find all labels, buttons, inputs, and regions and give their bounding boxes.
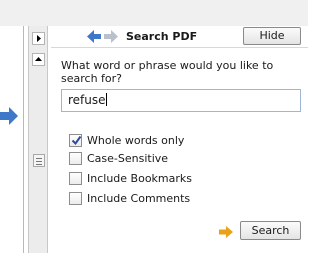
checkbox[interactable] xyxy=(69,134,82,147)
option-label: Case-Sensitive xyxy=(87,152,169,165)
search-panel: Search PDF Hide What word or phrase woul… xyxy=(51,26,308,253)
arrow-right-icon[interactable] xyxy=(0,106,18,126)
expand-button[interactable] xyxy=(32,32,45,45)
triangle-up-icon xyxy=(35,57,42,61)
option-label: Include Comments xyxy=(87,192,191,205)
hide-button[interactable]: Hide xyxy=(243,27,301,45)
triangle-right-icon xyxy=(37,35,41,42)
scroll-up-button[interactable] xyxy=(32,53,45,66)
arrow-right-icon[interactable] xyxy=(104,30,118,43)
option-label: Whole words only xyxy=(87,134,185,147)
search-prompt: What word or phrase would you like to se… xyxy=(61,59,274,85)
left-pane xyxy=(0,26,26,253)
pane-divider xyxy=(23,26,24,253)
navigation-scroll-column xyxy=(28,26,48,253)
option-label: Include Bookmarks xyxy=(87,172,192,185)
check-icon xyxy=(71,135,82,146)
checkbox[interactable] xyxy=(69,172,82,185)
text-caret xyxy=(105,93,107,106)
search-button[interactable]: Search xyxy=(240,221,301,240)
splitter-grip[interactable] xyxy=(33,154,45,167)
top-toolbar-strip xyxy=(0,0,308,26)
panel-header: Search PDF Hide xyxy=(51,26,308,48)
search-query: refuse xyxy=(68,93,106,107)
search-input[interactable]: refuse xyxy=(61,89,301,112)
panel-title: Search PDF xyxy=(126,30,198,43)
checkbox[interactable] xyxy=(69,192,82,205)
arrow-left-icon[interactable] xyxy=(87,30,101,43)
search-pdf-window: Search PDF Hide What word or phrase woul… xyxy=(0,0,308,253)
arrow-right-icon xyxy=(219,226,233,238)
checkbox[interactable] xyxy=(69,152,82,165)
